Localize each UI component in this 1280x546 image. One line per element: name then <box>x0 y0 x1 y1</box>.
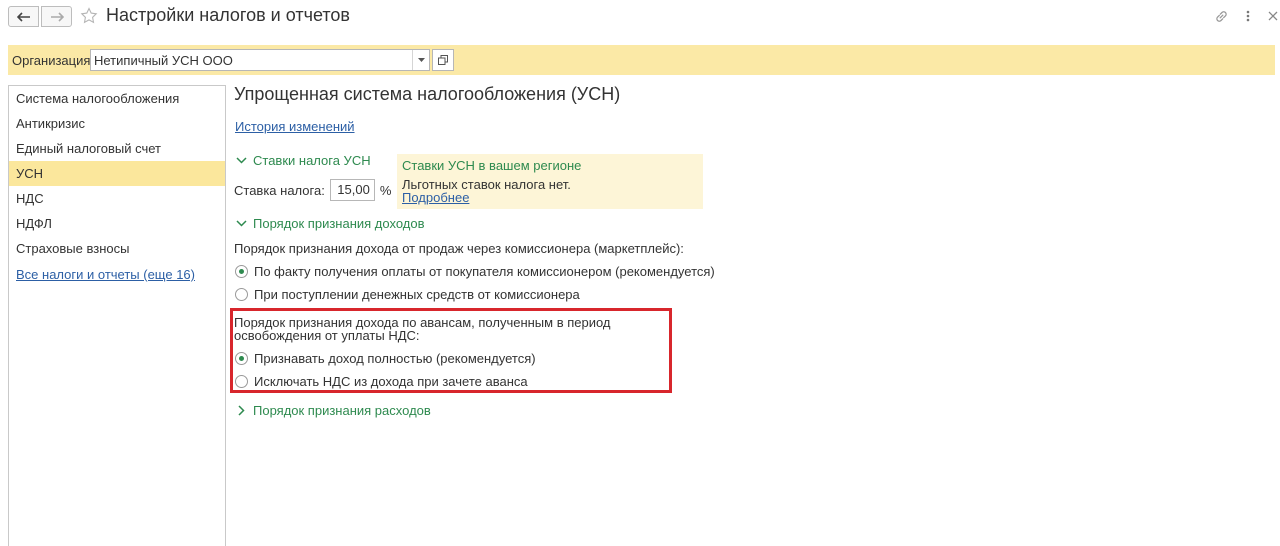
more-vertical-icon[interactable] <box>1240 8 1256 24</box>
sidebar-item-usn[interactable]: УСН <box>9 161 225 186</box>
radio-label: По факту получения оплаты от покупателя … <box>254 263 715 279</box>
tax-rate-unit: % <box>379 182 392 198</box>
organization-bar: Организация: Нетипичный УСН ООО <box>8 45 1275 75</box>
chevron-down-icon <box>234 154 248 168</box>
organization-label: Организация: <box>12 53 95 68</box>
radio-unselected[interactable] <box>235 287 248 301</box>
rates-section-title: Ставки налога УСН <box>253 153 371 168</box>
expenses-section-toggle[interactable]: Порядок признания расходов <box>234 403 431 418</box>
window-title: Настройки налогов и отчетов <box>106 5 350 25</box>
advance-label: Порядок признания дохода по авансам, пол… <box>234 315 611 343</box>
chevron-down-icon <box>417 58 425 62</box>
all-taxes-link[interactable]: Все налоги и отчеты (еще 16) <box>16 267 195 282</box>
commission-label: Порядок признания дохода от продаж через… <box>234 241 684 256</box>
commission-option-buyer-payment[interactable]: По факту получения оплаты от покупателя … <box>235 263 715 279</box>
close-icon[interactable] <box>1265 8 1280 24</box>
organization-open-button[interactable] <box>432 49 454 71</box>
arrow-left-icon <box>16 11 30 22</box>
radio-selected[interactable] <box>235 264 248 278</box>
income-section-toggle[interactable]: Порядок признания доходов <box>234 216 425 231</box>
radio-selected[interactable] <box>235 351 248 365</box>
sidebar-item-insurance[interactable]: Страховые взносы <box>9 236 225 261</box>
forward-button[interactable] <box>41 6 72 27</box>
organization-dropdown-button[interactable] <box>412 50 429 70</box>
income-section-title: Порядок признания доходов <box>253 216 425 231</box>
info-more-link[interactable]: Подробнее <box>402 190 469 205</box>
tax-rate-input[interactable]: 15,00 <box>329 179 375 201</box>
expenses-section-title: Порядок признания расходов <box>253 403 431 418</box>
advance-option-exclude-vat[interactable]: Исключать НДС из дохода при зачете аванс… <box>235 373 528 389</box>
sidebar-item-ndfl[interactable]: НДФЛ <box>9 211 225 236</box>
radio-unselected[interactable] <box>235 374 248 388</box>
chevron-right-icon <box>234 404 248 418</box>
star-icon[interactable] <box>80 7 98 25</box>
sidebar-item-anticrisis[interactable]: Антикризис <box>9 111 225 136</box>
radio-label: Признавать доход полностью (рекомендуетс… <box>254 350 536 366</box>
radio-label: При поступлении денежных средств от коми… <box>254 286 580 302</box>
sidebar-all-taxes-item: Все налоги и отчеты (еще 16) <box>9 262 225 287</box>
main-content: Упрощенная система налогообложения (УСН)… <box>230 80 1264 546</box>
tax-rate-label: Ставка налога: <box>234 182 325 198</box>
radio-label: Исключать НДС из дохода при зачете аванс… <box>254 373 528 389</box>
sections-sidebar: Система налогообложения Антикризис Едины… <box>8 85 226 546</box>
organization-select[interactable]: Нетипичный УСН ООО <box>90 49 430 71</box>
page-heading: Упрощенная система налогообложения (УСН) <box>234 84 621 104</box>
commission-option-funds-receipt[interactable]: При поступлении денежных средств от коми… <box>235 286 580 302</box>
info-title: Ставки УСН в вашем регионе <box>402 158 582 173</box>
title-bar: Настройки налогов и отчетов <box>0 0 1280 34</box>
back-button[interactable] <box>8 6 39 27</box>
advance-option-full[interactable]: Признавать доход полностью (рекомендуетс… <box>235 350 536 366</box>
open-window-icon <box>438 55 448 65</box>
tax-rate-row: Ставка налога: 15,00 % <box>234 179 391 201</box>
history-link[interactable]: История изменений <box>235 119 355 134</box>
arrow-right-icon <box>50 11 64 22</box>
rates-section-toggle[interactable]: Ставки налога УСН <box>234 153 371 168</box>
sidebar-item-tax-system[interactable]: Система налогообложения <box>9 86 225 111</box>
organization-value: Нетипичный УСН ООО <box>94 53 233 68</box>
sidebar-item-vat[interactable]: НДС <box>9 186 225 211</box>
chevron-down-icon <box>234 217 248 231</box>
region-rates-info: Ставки УСН в вашем регионе Льготных став… <box>397 154 703 209</box>
sidebar-item-single-tax-account[interactable]: Единый налоговый счет <box>9 136 225 161</box>
link-icon[interactable] <box>1213 8 1229 24</box>
